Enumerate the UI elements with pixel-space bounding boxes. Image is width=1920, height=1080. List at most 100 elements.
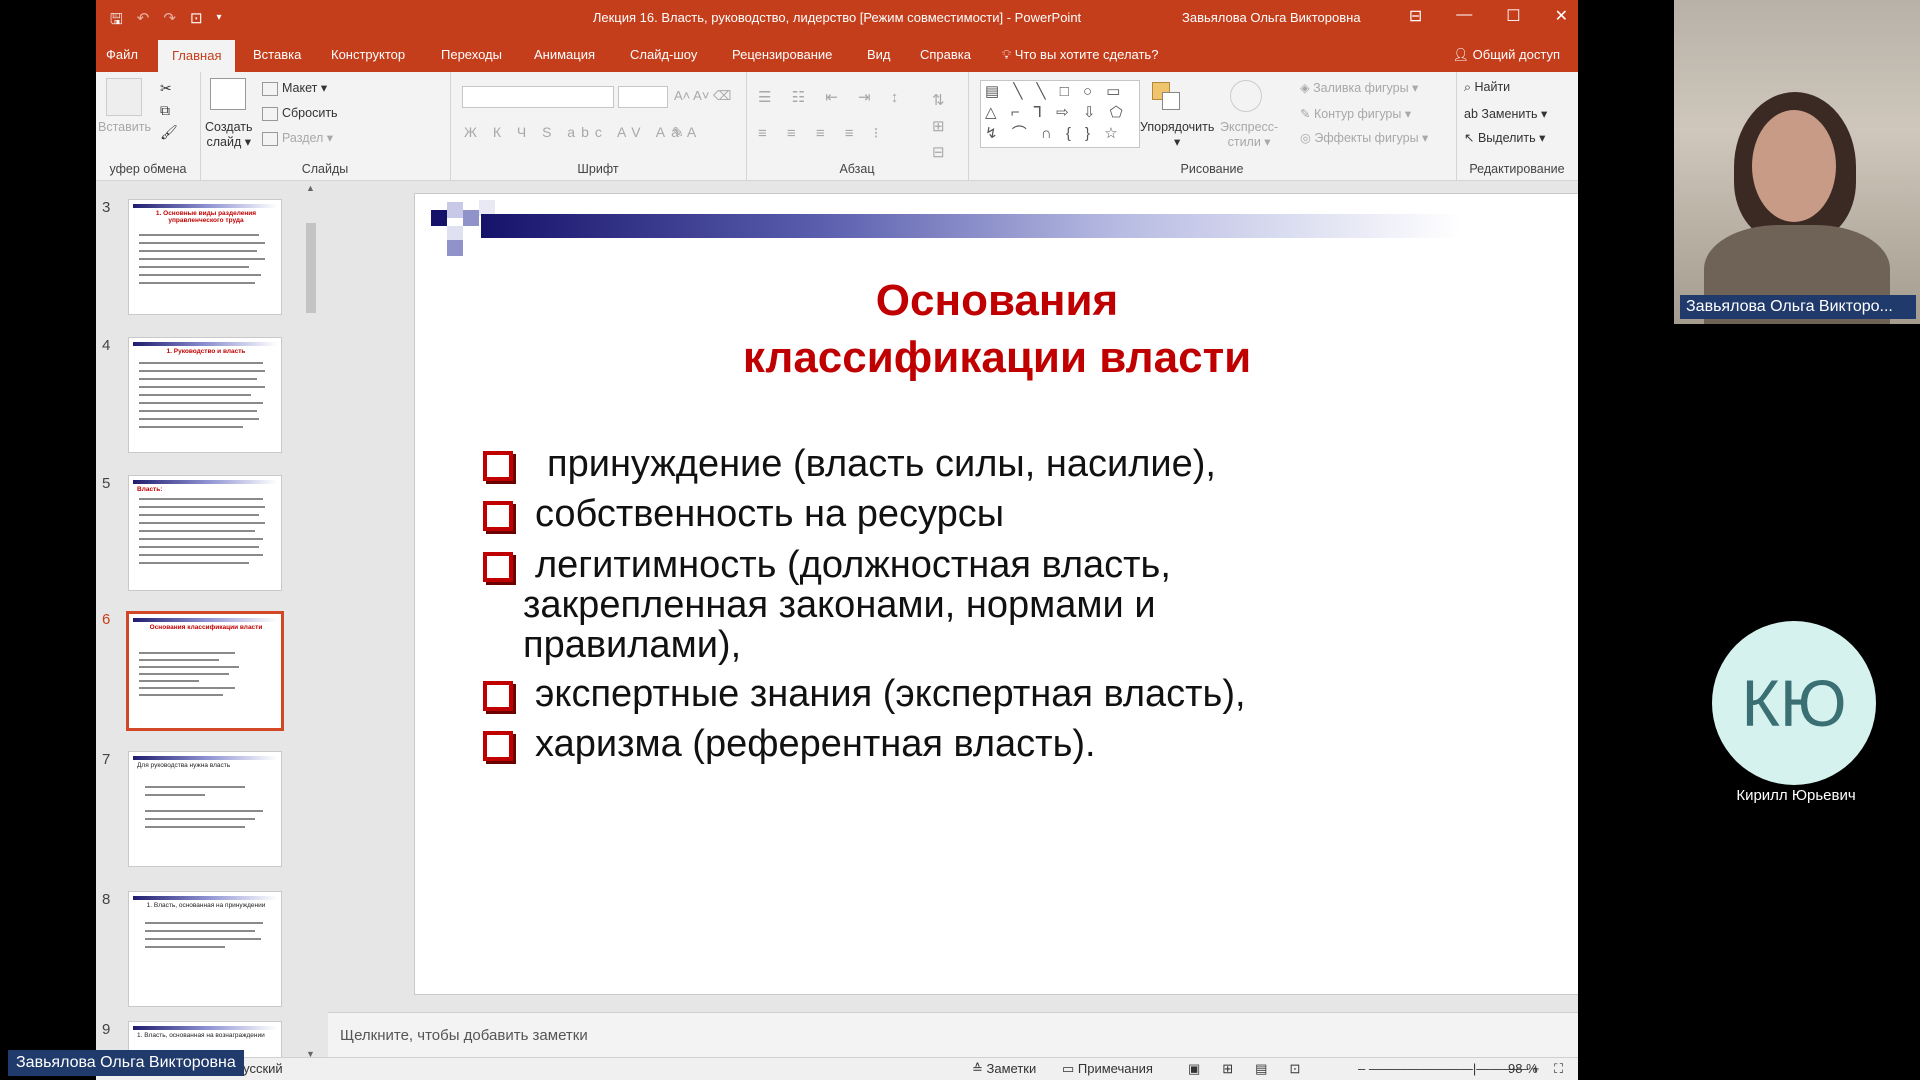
font-grow-shrink-icons[interactable]: A˄ A˅ ⌫ bbox=[674, 88, 731, 104]
person-icon: 👤︎ bbox=[1452, 47, 1473, 62]
group-label: Слайды bbox=[301, 162, 349, 176]
list-indent-icons[interactable]: ☰ ☷ ⇤ ⇥ ↕ bbox=[758, 88, 906, 106]
presenter-video bbox=[1674, 0, 1920, 324]
paste-button[interactable]: Вставить bbox=[98, 120, 151, 134]
tab-design[interactable]: Конструктор bbox=[331, 47, 405, 62]
shape-outline-button[interactable]: ✎ Контур фигуры ▾ bbox=[1300, 106, 1411, 121]
layout-button[interactable]: Макет ▾ bbox=[262, 80, 327, 96]
video-person-face bbox=[1752, 110, 1836, 222]
quick-styles-icon bbox=[1230, 80, 1262, 112]
scroll-thumb[interactable] bbox=[306, 223, 316, 313]
lightbulb-icon: 💡︎ bbox=[1002, 47, 1015, 62]
slide-thumbnail[interactable]: Власть: bbox=[128, 475, 282, 591]
new-slide-icon bbox=[210, 78, 246, 110]
zoom-level[interactable]: 98 % bbox=[1508, 1061, 1538, 1076]
font-size-select[interactable] bbox=[618, 86, 668, 108]
tab-file[interactable]: Файл bbox=[106, 47, 138, 62]
shape-effects-button[interactable]: ◎ Эффекты фигуры ▾ bbox=[1300, 130, 1428, 145]
scroll-up-icon[interactable]: ▲ bbox=[306, 183, 315, 193]
shape-fill-button[interactable]: ◈ Заливка фигуры ▾ bbox=[1300, 80, 1418, 95]
ribbon: Вставить ✂ ⧉ 🖌︎ уфер обмена Создать слайд… bbox=[96, 72, 1578, 181]
group-label: Абзац bbox=[839, 162, 875, 176]
group-slides: Создать слайд ▾ Макет ▾ Сбросить Раздел ▾… bbox=[200, 72, 451, 180]
tab-transitions[interactable]: Переходы bbox=[441, 47, 502, 62]
slide-number: 8 bbox=[102, 891, 111, 908]
title-bar: 🖫 ↶ ↷ ⊡ ▾ Лекция 16. Власть, руководство… bbox=[96, 0, 1578, 36]
copy-icon[interactable]: ⧉ bbox=[160, 102, 170, 119]
checkbox-bullet-icon bbox=[483, 451, 513, 481]
slide-thumbnail[interactable]: 1. Руководство и власть bbox=[128, 337, 282, 453]
slide-number: 7 bbox=[102, 751, 111, 768]
checkbox-bullet-icon bbox=[483, 552, 513, 582]
slide-thumbnail-panel: 3 1. Основные виды разделения управленче… bbox=[96, 181, 328, 1063]
notes-toggle-button[interactable]: ≙ Заметки bbox=[972, 1061, 1036, 1077]
group-label: Редактирование bbox=[1469, 162, 1565, 176]
font-color-icons[interactable]: ✎ A bbox=[672, 124, 696, 141]
font-name-select[interactable] bbox=[462, 86, 614, 108]
find-button[interactable]: ⌕ Найти bbox=[1464, 80, 1510, 95]
text-direction-icons[interactable]: ⇅ ⊞ ⊟ bbox=[932, 88, 945, 166]
account-user[interactable]: Завьялова Ольга Викторовна bbox=[1182, 10, 1361, 25]
reset-button[interactable]: Сбросить bbox=[262, 106, 338, 121]
fit-slide-icon[interactable]: ⛶ bbox=[1554, 1061, 1563, 1077]
group-label: Шрифт bbox=[577, 162, 619, 176]
search-icon: ⌕ bbox=[1464, 80, 1475, 94]
notes-pane[interactable]: Щелкните, чтобы добавить заметки bbox=[328, 1012, 1578, 1058]
section-icon bbox=[262, 131, 278, 146]
comments-toggle-button[interactable]: ▭ Примечания bbox=[1062, 1061, 1153, 1077]
slide-number: 5 bbox=[102, 475, 111, 492]
new-slide-button[interactable]: Создать слайд ▾ bbox=[205, 120, 253, 150]
powerpoint-window: 🖫 ↶ ↷ ⊡ ▾ Лекция 16. Власть, руководство… bbox=[96, 0, 1578, 1080]
tab-view[interactable]: Вид bbox=[867, 47, 891, 62]
layout-icon bbox=[262, 81, 278, 96]
speaker-name-label: Завьялова Ольга Викторовна bbox=[8, 1050, 244, 1076]
quick-styles-button[interactable]: Экспресс-стили ▾ bbox=[1220, 120, 1278, 150]
tab-home[interactable]: Главная bbox=[158, 40, 236, 72]
checkbox-bullet-icon bbox=[483, 501, 513, 531]
minimize-icon[interactable]: — bbox=[1456, 6, 1472, 26]
alignment-icons[interactable]: ≡ ≡ ≡ ≡ ⁝ bbox=[758, 124, 886, 142]
presenter-name-label: Завьялова Ольга Викторо... bbox=[1680, 295, 1916, 319]
tab-insert[interactable]: Вставка bbox=[253, 47, 301, 62]
window-controls: ⊟ — ☐ ✕ bbox=[1409, 6, 1568, 26]
cut-icon[interactable]: ✂ bbox=[160, 80, 172, 97]
slide-number: 3 bbox=[102, 199, 111, 216]
reset-icon bbox=[262, 106, 278, 121]
close-icon[interactable]: ✕ bbox=[1555, 6, 1568, 26]
arrange-button[interactable]: Упорядочить ▾ bbox=[1140, 120, 1214, 149]
attendee-avatar: КЮ bbox=[1712, 621, 1876, 785]
slide-title[interactable]: Основания классификации власти bbox=[415, 272, 1578, 386]
notes-placeholder: Щелкните, чтобы добавить заметки bbox=[340, 1027, 588, 1044]
ribbon-tabs: Файл Главная Вставка Конструктор Переход… bbox=[96, 36, 1578, 72]
font-format-icons[interactable]: Ж К Ч S abc AV Aa bbox=[464, 124, 685, 140]
slide-canvas[interactable]: Основания классификации власти принуждени… bbox=[414, 193, 1578, 995]
group-editing: ⌕ Найти ab Заменить ▾ ↖ Выделить ▾ Редак… bbox=[1456, 72, 1578, 180]
group-label: Рисование bbox=[1180, 162, 1244, 176]
share-button[interactable]: 👤︎ Общий доступ bbox=[1453, 47, 1560, 63]
slide-thumbnail[interactable]: Для руководства нужна власть bbox=[128, 751, 282, 867]
cursor-icon: ↖ bbox=[1464, 131, 1478, 145]
tell-me-search[interactable]: 💡︎ Что вы хотите сделать? bbox=[1002, 47, 1158, 63]
thumbnail-scrollbar[interactable]: ▲ ▼ bbox=[304, 183, 318, 1059]
view-buttons[interactable]: ▣⊞▤⊡ bbox=[1188, 1061, 1322, 1077]
replace-button[interactable]: ab Заменить ▾ bbox=[1464, 106, 1547, 121]
tab-help[interactable]: Справка bbox=[920, 47, 971, 62]
shapes-gallery[interactable]: ▤ ╲ ╲ □ ○ ▭ △ ⌐ ⅂ ⇨ ⇩ ⬠ ↯ ⌒ ∩ { } ☆ bbox=[980, 80, 1140, 148]
status-bar: русский ≙ Заметки ▭ Примечания ▣⊞▤⊡ – ——… bbox=[96, 1057, 1578, 1080]
slide-thumbnail[interactable]: 1. Власть, основанная на принуждении bbox=[128, 891, 282, 1007]
format-painter-icon[interactable]: 🖌︎ bbox=[160, 124, 178, 141]
paste-icon bbox=[106, 78, 142, 116]
tab-animations[interactable]: Анимация bbox=[534, 47, 595, 62]
slide-thumbnail-active[interactable]: Основания классификации власти bbox=[126, 611, 284, 731]
group-label: уфер обмена bbox=[109, 162, 187, 176]
slide-number: 9 bbox=[102, 1021, 111, 1038]
select-button[interactable]: ↖ Выделить ▾ bbox=[1464, 130, 1545, 145]
tab-review[interactable]: Рецензирование bbox=[732, 47, 832, 62]
maximize-icon[interactable]: ☐ bbox=[1506, 6, 1520, 26]
replace-icon: ab bbox=[1464, 107, 1482, 121]
decor-gradient-bar bbox=[481, 214, 1461, 238]
slide-thumbnail[interactable]: 1. Основные виды разделения управленческ… bbox=[128, 199, 282, 315]
tab-slideshow[interactable]: Слайд-шоу bbox=[630, 47, 697, 62]
ribbon-display-icon[interactable]: ⊟ bbox=[1409, 6, 1422, 26]
section-button[interactable]: Раздел ▾ bbox=[262, 130, 333, 146]
